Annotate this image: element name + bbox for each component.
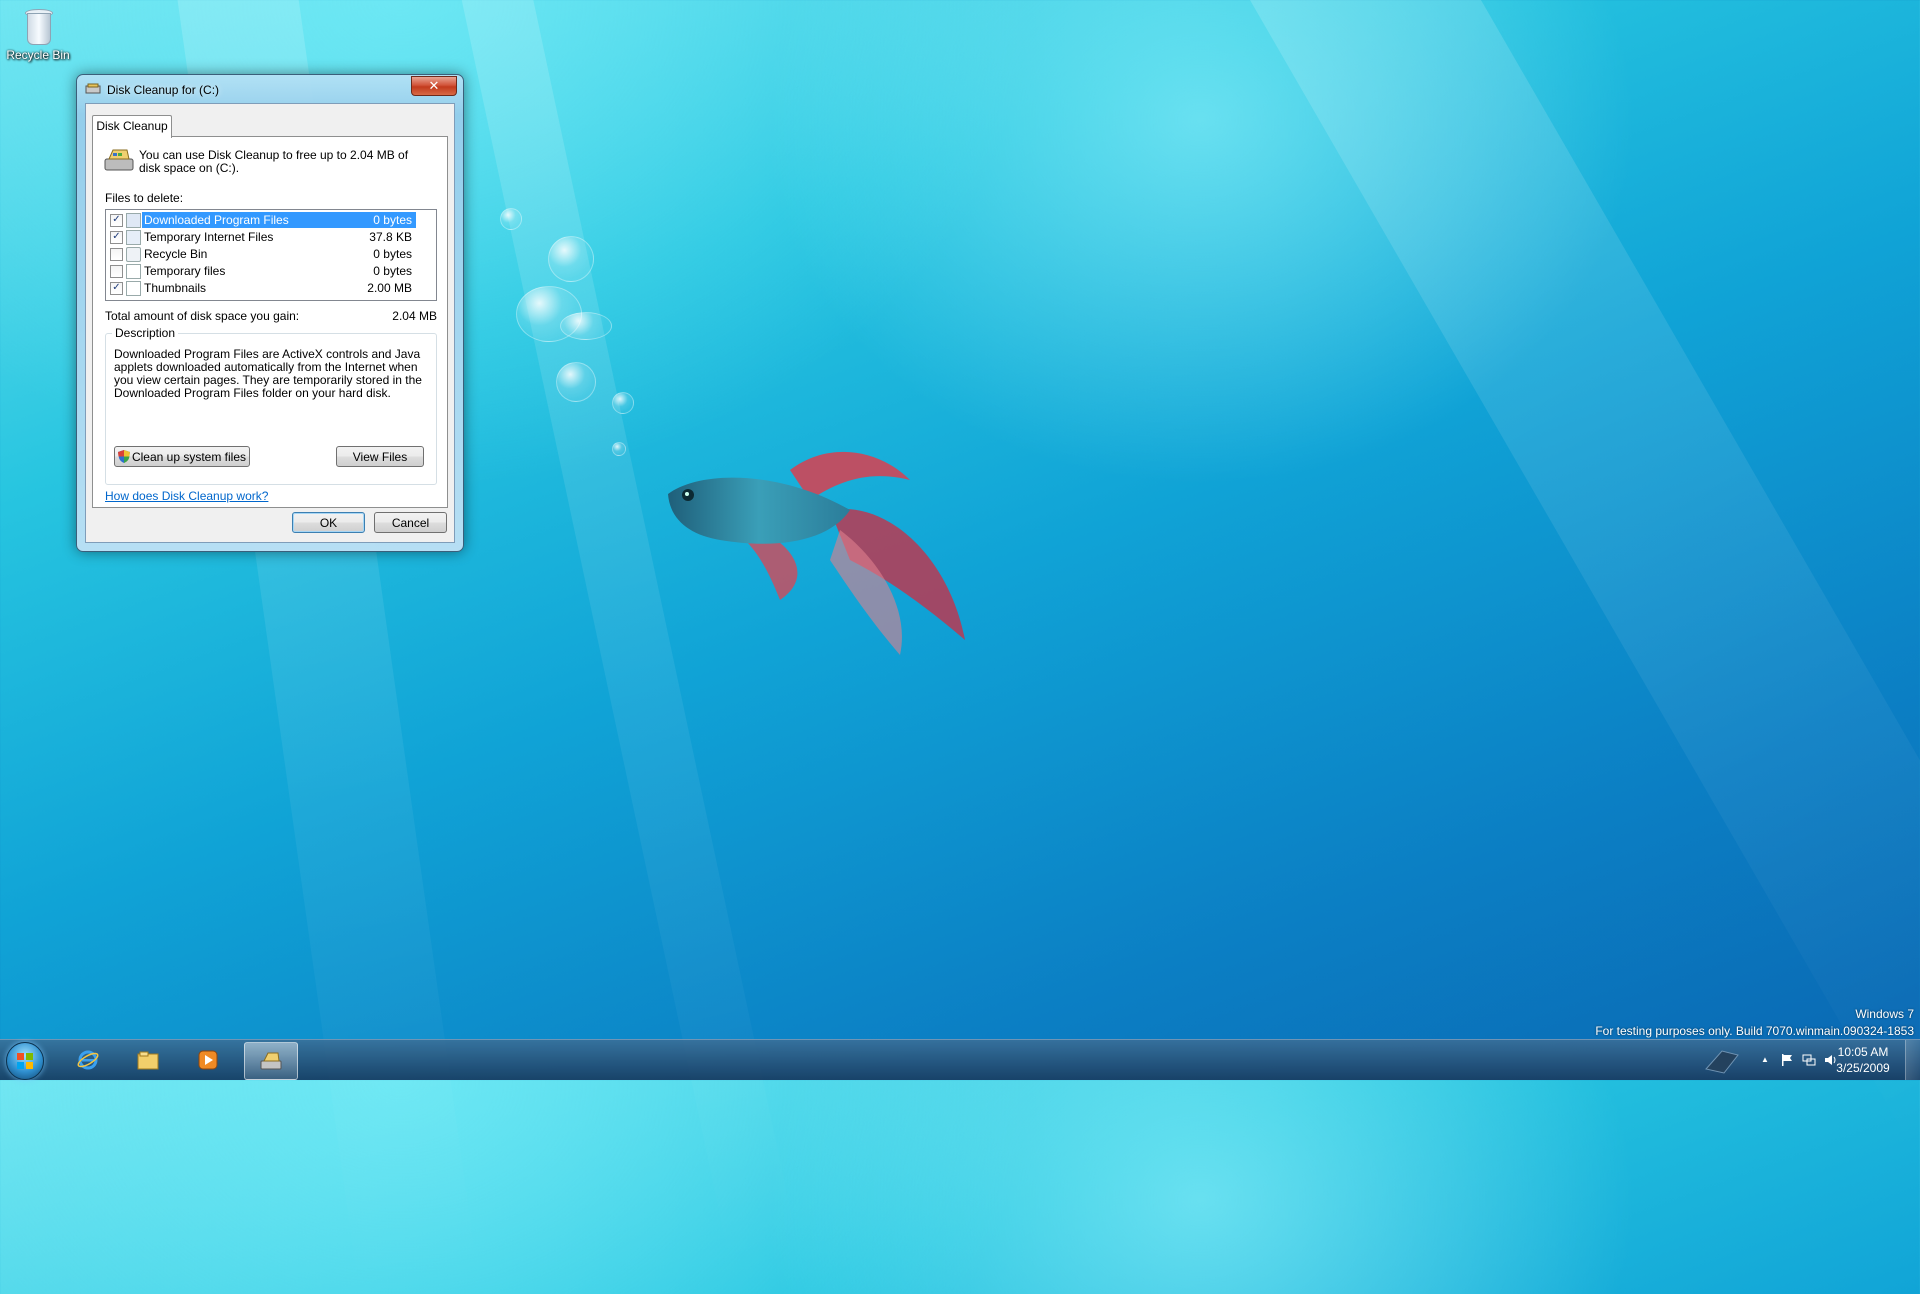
watermark-os: Windows 7 xyxy=(1855,1007,1914,1021)
action-center-flag-icon[interactable] xyxy=(1780,1053,1794,1067)
checkbox[interactable]: ✓ xyxy=(110,282,123,295)
uac-shield-icon xyxy=(117,450,130,463)
files-to-delete-label: Files to delete: xyxy=(105,191,184,205)
total-gain-value: 2.04 MB xyxy=(392,309,437,323)
clean-up-system-files-button[interactable]: Clean up system files xyxy=(114,446,250,467)
checkbox[interactable]: ✓ xyxy=(110,214,123,227)
betta-fish-wallpaper xyxy=(668,451,965,655)
bubble xyxy=(500,208,522,230)
file-category-size: 0 bytes xyxy=(338,212,416,228)
bubble xyxy=(612,392,634,414)
file-category-name: Recycle Bin xyxy=(144,247,208,261)
windows-explorer-icon xyxy=(137,1051,159,1070)
intro-text: You can use Disk Cleanup to free up to 2… xyxy=(139,148,409,175)
disk-cleanup-window: Disk Cleanup for (C:) ✕ Disk Cleanup You… xyxy=(76,74,464,552)
list-item[interactable]: ✓ Thumbnails 2.00 MB xyxy=(108,280,418,296)
cancel-button[interactable]: Cancel xyxy=(374,512,447,533)
help-link[interactable]: How does Disk Cleanup work? xyxy=(105,489,268,503)
tab-panel: You can use Disk Cleanup to free up to 2… xyxy=(92,136,448,508)
clock-date: 3/25/2009 xyxy=(1836,1061,1890,1075)
window-title: Disk Cleanup for (C:) xyxy=(107,83,220,97)
language-bar-icon[interactable] xyxy=(1702,1045,1742,1075)
title-bar[interactable]: Disk Cleanup for (C:) ✕ xyxy=(77,75,463,103)
total-gain-label: Total amount of disk space you gain: xyxy=(105,309,300,323)
folder-icon xyxy=(126,213,141,228)
clean-up-system-files-label: Clean up system files xyxy=(131,450,247,464)
media-player-icon xyxy=(198,1050,218,1070)
start-button[interactable] xyxy=(6,1042,44,1080)
checkbox[interactable] xyxy=(110,265,123,278)
file-category-size: 0 bytes xyxy=(373,247,412,261)
taskbar-item-internet-explorer[interactable] xyxy=(62,1042,114,1078)
description-legend: Description xyxy=(112,326,179,340)
files-to-delete-list[interactable]: ✓ Downloaded Program Files 0 bytes ✓ Tem… xyxy=(105,209,437,301)
file-category-name: Downloaded Program Files xyxy=(142,212,340,228)
checkbox[interactable]: ✓ xyxy=(110,231,123,244)
system-clock[interactable]: 10:05 AM 3/25/2009 xyxy=(1828,1044,1898,1076)
bubble xyxy=(556,362,596,402)
taskbar-item-disk-cleanup[interactable] xyxy=(244,1042,298,1080)
disk-cleanup-icon xyxy=(85,83,101,94)
show-desktop-button[interactable] xyxy=(1905,1040,1920,1080)
file-category-name: Temporary files xyxy=(144,264,226,278)
desktop-icon-recycle-bin[interactable]: Recycle Bin xyxy=(6,6,70,62)
file-category-size: 0 bytes xyxy=(373,264,412,278)
recycle-bin-icon xyxy=(126,247,141,262)
windows-logo-icon xyxy=(17,1053,33,1069)
list-item[interactable]: ✓ Temporary Internet Files 37.8 KB xyxy=(108,229,418,245)
file-category-name: Thumbnails xyxy=(144,281,207,295)
recycle-bin-icon xyxy=(23,6,53,46)
taskbar-item-windows-explorer[interactable] xyxy=(122,1042,174,1078)
view-files-button[interactable]: View Files xyxy=(336,446,424,467)
clock-time: 10:05 AM xyxy=(1837,1045,1889,1059)
close-button[interactable]: ✕ xyxy=(411,76,457,96)
dialog-client-area: Disk Cleanup You can use Disk Cleanup to… xyxy=(85,103,455,543)
description-group: Description Downloaded Program Files are… xyxy=(105,326,437,485)
disk-cleanup-large-icon xyxy=(104,149,134,171)
network-icon[interactable] xyxy=(1802,1053,1816,1067)
desktop-icon-label: Recycle Bin xyxy=(6,48,70,62)
list-item[interactable]: ✓ Downloaded Program Files 0 bytes xyxy=(108,212,418,228)
build-watermark: Windows 7 For testing purposes only. Bui… xyxy=(1595,1006,1914,1040)
file-icon xyxy=(126,281,141,296)
file-category-name: Temporary Internet Files xyxy=(144,230,274,244)
ok-button[interactable]: OK xyxy=(292,512,365,533)
taskbar-item-media-player[interactable] xyxy=(182,1042,234,1078)
watermark-build: For testing purposes only. Build 7070.wi… xyxy=(1595,1024,1914,1038)
taskbar: ▲ 10:05 AM 3/25/2009 xyxy=(0,1039,1920,1080)
bubble xyxy=(560,312,612,340)
file-icon xyxy=(126,264,141,279)
description-text: Downloaded Program Files are ActiveX con… xyxy=(114,347,422,400)
bubble xyxy=(612,442,626,456)
list-item[interactable]: Temporary files 0 bytes xyxy=(108,263,418,279)
checkbox[interactable] xyxy=(110,248,123,261)
tab-disk-cleanup[interactable]: Disk Cleanup xyxy=(92,115,172,138)
show-hidden-icons-icon[interactable]: ▲ xyxy=(1758,1053,1772,1067)
bubble xyxy=(548,236,594,282)
internet-explorer-icon xyxy=(77,1050,99,1070)
file-category-size: 2.00 MB xyxy=(367,281,412,295)
file-category-size: 37.8 KB xyxy=(369,230,412,244)
list-item[interactable]: Recycle Bin 0 bytes xyxy=(108,246,418,262)
disk-cleanup-icon xyxy=(260,1052,282,1070)
light-beam xyxy=(1163,0,1920,1150)
internet-files-icon xyxy=(126,230,141,245)
